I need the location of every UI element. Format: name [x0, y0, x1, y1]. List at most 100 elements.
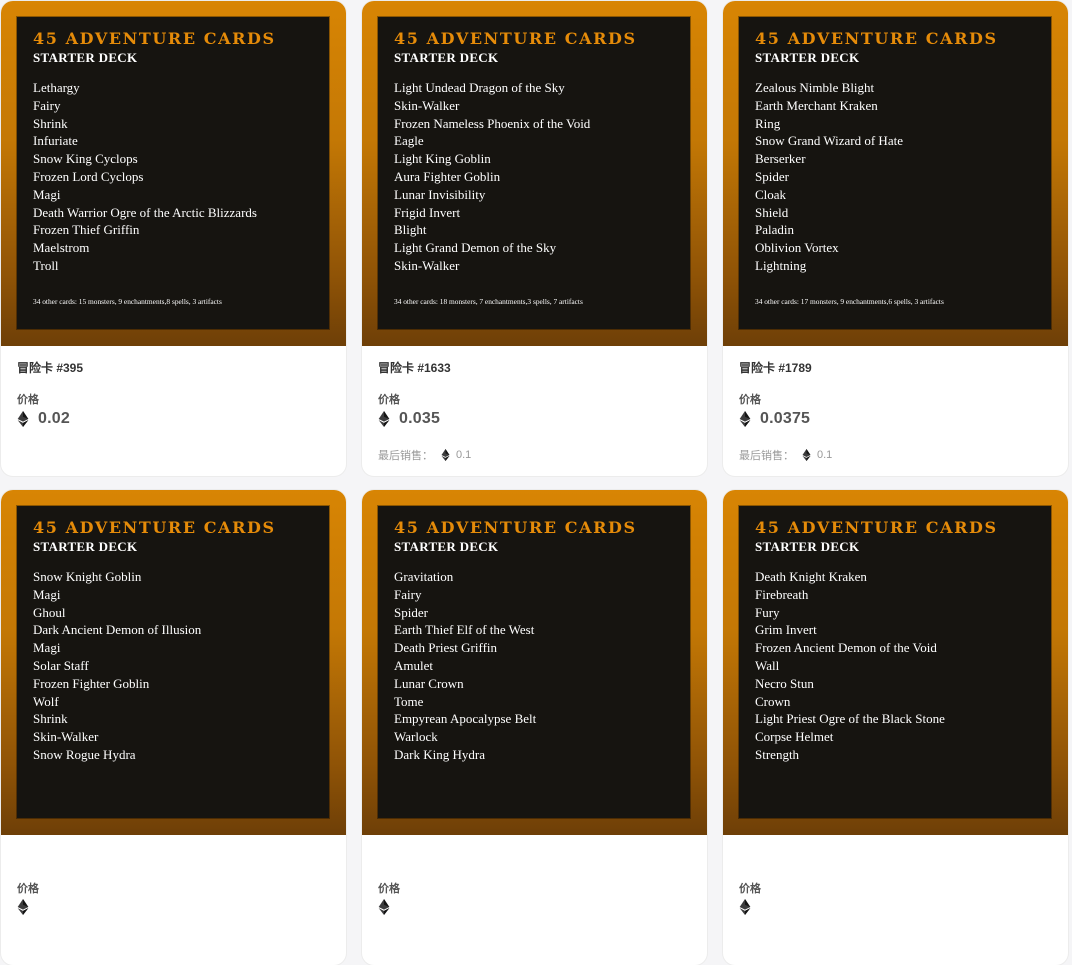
card-info: 价格 [723, 835, 1068, 965]
price-value: 0.02 [38, 410, 70, 427]
card-subtitle: STARTER DECK [755, 50, 860, 65]
price-row: 0.035 [378, 410, 440, 428]
card-panel: 45 Adventure Cards STARTER DECK Lethargy… [17, 17, 329, 329]
card-list-item: Ghoul [33, 604, 66, 620]
card-subtitle: STARTER DECK [33, 539, 138, 554]
nft-card[interactable]: 45 Adventure Cards STARTER DECK Light Un… [362, 1, 707, 476]
price-row: 0.0375 [739, 410, 810, 428]
card-list-item: Magi [33, 586, 61, 602]
price-row [739, 899, 760, 915]
ethereum-icon [378, 411, 390, 427]
card-list-item: Lethargy [33, 80, 80, 95]
card-list-item: Dark Ancient Demon of Illusion [33, 622, 202, 638]
card-list-item: Maelstrom [33, 240, 90, 256]
ethereum-icon [17, 411, 29, 427]
card-list-item: Firebreath [755, 586, 809, 602]
card-list-item: Infuriate [33, 133, 78, 149]
price-label: 价格 [17, 883, 39, 895]
card-list-item: Magi [33, 640, 61, 656]
ethereum-icon [378, 899, 390, 915]
price-value: 0.035 [399, 410, 441, 427]
price-label: 价格 [17, 394, 39, 406]
other-cards-summary: 34 other cards: 17 monsters, 9 enchantme… [755, 297, 944, 306]
last-sale-value: 0.1 [817, 449, 833, 461]
card-list-item: Earth Thief Elf of the West [394, 622, 535, 638]
card-panel: 45 Adventure Cards STARTER DECK Death Kn… [739, 506, 1051, 818]
card-list: Death Knight Kraken Firebreath Fury Grim In… [755, 568, 945, 764]
card-list-item: Wall [755, 657, 780, 673]
card-list-item: Paladin [755, 222, 794, 238]
nft-card[interactable]: 45 Adventure Cards STARTER DECK Zealous … [723, 1, 1068, 476]
nft-card[interactable]: 45 Adventure Cards STARTER DECK Snow Kni… [1, 490, 346, 965]
item-name[interactable]: 冒险卡 #1789 [739, 359, 812, 376]
card-list-item: Gravitation [394, 569, 454, 584]
price-label: 价格 [378, 883, 400, 895]
card-title: 45 Adventure Cards [755, 29, 998, 48]
nft-card[interactable]: 45 Adventure Cards STARTER DECK Gravitat… [362, 490, 707, 965]
card-title: 45 Adventure Cards [394, 29, 637, 48]
ethereum-icon [441, 449, 450, 461]
card-title: 45 Adventure Cards [755, 518, 998, 537]
card-info: 冒险卡 #395 价格 0.02 [1, 346, 346, 476]
card-list: Zealous Nimble Blight Earth Merchant Krak… [755, 79, 903, 275]
nft-card[interactable]: 45 Adventure Cards STARTER DECK Lethargy… [1, 1, 346, 476]
nft-card-grid: 45 Adventure Cards STARTER DECK Lethargy… [0, 0, 1072, 965]
card-list-item: Wolf [33, 693, 59, 709]
card-subtitle: STARTER DECK [33, 50, 138, 65]
card-artwork[interactable]: 45 Adventure Cards STARTER DECK Zealous … [723, 1, 1068, 346]
other-cards-summary: 34 other cards: 18 monsters, 7 enchantme… [394, 297, 583, 306]
card-list-item: Snow King Cyclops [33, 151, 138, 167]
card-artwork[interactable]: 45 Adventure Cards STARTER DECK Gravitat… [362, 490, 707, 835]
price-label: 价格 [378, 394, 400, 406]
card-list-item: Frozen Fighter Goblin [33, 675, 150, 691]
card-list-item: Shrink [33, 115, 68, 131]
last-sale-label: 最后销售： [739, 450, 794, 462]
card-list-item: Eagle [394, 133, 424, 149]
card-list: Snow Knight Goblin Magi Ghoul Dark Ancient … [33, 568, 201, 764]
card-title: 45 Adventure Cards [33, 29, 276, 48]
last-sale-label: 最后销售： [378, 450, 433, 462]
card-list-item: Strength [755, 746, 800, 762]
card-list-item: Death Priest Griffin [394, 640, 498, 656]
card-list-item: Frozen Nameless Phoenix of the Void [394, 115, 591, 131]
nft-card[interactable]: 45 Adventure Cards STARTER DECK Death Kn… [723, 490, 1068, 965]
card-list: Light Undead Dragon of the Sky Skin-Walke… [394, 79, 590, 275]
card-list-item: Light Grand Demon of the Sky [394, 240, 557, 256]
card-list-item: Death Warrior Ogre of the Arctic Blizzar… [33, 204, 257, 220]
card-list-item: Frozen Ancient Demon of the Void [755, 640, 937, 656]
card-list-item: Fury [755, 604, 780, 620]
price-row: 0.02 [17, 410, 70, 428]
card-list-item: Zealous Nimble Blight [755, 80, 875, 95]
item-name[interactable]: 冒险卡 #395 [17, 359, 83, 376]
card-list-item: Shrink [33, 711, 68, 727]
item-name[interactable]: 冒险卡 #1633 [378, 359, 451, 376]
card-artwork[interactable]: 45 Adventure Cards STARTER DECK Lethargy… [1, 1, 346, 346]
card-artwork[interactable]: 45 Adventure Cards STARTER DECK Light Un… [362, 1, 707, 346]
card-list-item: Skin-Walker [33, 729, 99, 745]
card-list-item: Blight [394, 222, 427, 238]
card-list-item: Empyrean Apocalypse Belt [394, 711, 537, 727]
card-list-item: Cloak [755, 186, 787, 202]
card-list-item: Earth Merchant Kraken [755, 97, 878, 113]
card-list: Lethargy Fairy Shrink Infuriate Snow King Cy… [33, 79, 257, 275]
card-list-item: Frozen Thief Griffin [33, 222, 140, 238]
card-panel: 45 Adventure Cards STARTER DECK Zealous … [739, 17, 1051, 329]
last-sale-value: 0.1 [456, 449, 472, 461]
card-title: 45 Adventure Cards [394, 518, 637, 537]
card-list-item: Berserker [755, 151, 806, 167]
card-artwork[interactable]: 45 Adventure Cards STARTER DECK Snow Kni… [1, 490, 346, 835]
card-list-item: Lunar Crown [394, 675, 464, 691]
card-subtitle: STARTER DECK [755, 539, 860, 554]
card-list-item: Light Undead Dragon of the Sky [394, 80, 565, 95]
card-list-item: Spider [394, 604, 428, 620]
last-sale-row: 最后销售： 0.1 [378, 447, 471, 463]
ethereum-icon [17, 899, 29, 915]
card-info: 价格 [1, 835, 346, 965]
card-list-item: Necro Stun [755, 675, 814, 691]
card-list-item: Tome [394, 693, 424, 709]
card-artwork[interactable]: 45 Adventure Cards STARTER DECK Death Kn… [723, 490, 1068, 835]
card-list-item: Dark King Hydra [394, 746, 485, 762]
card-list-item: Oblivion Vortex [755, 240, 839, 256]
card-list-item: Grim Invert [755, 622, 817, 638]
price-row [17, 899, 38, 915]
